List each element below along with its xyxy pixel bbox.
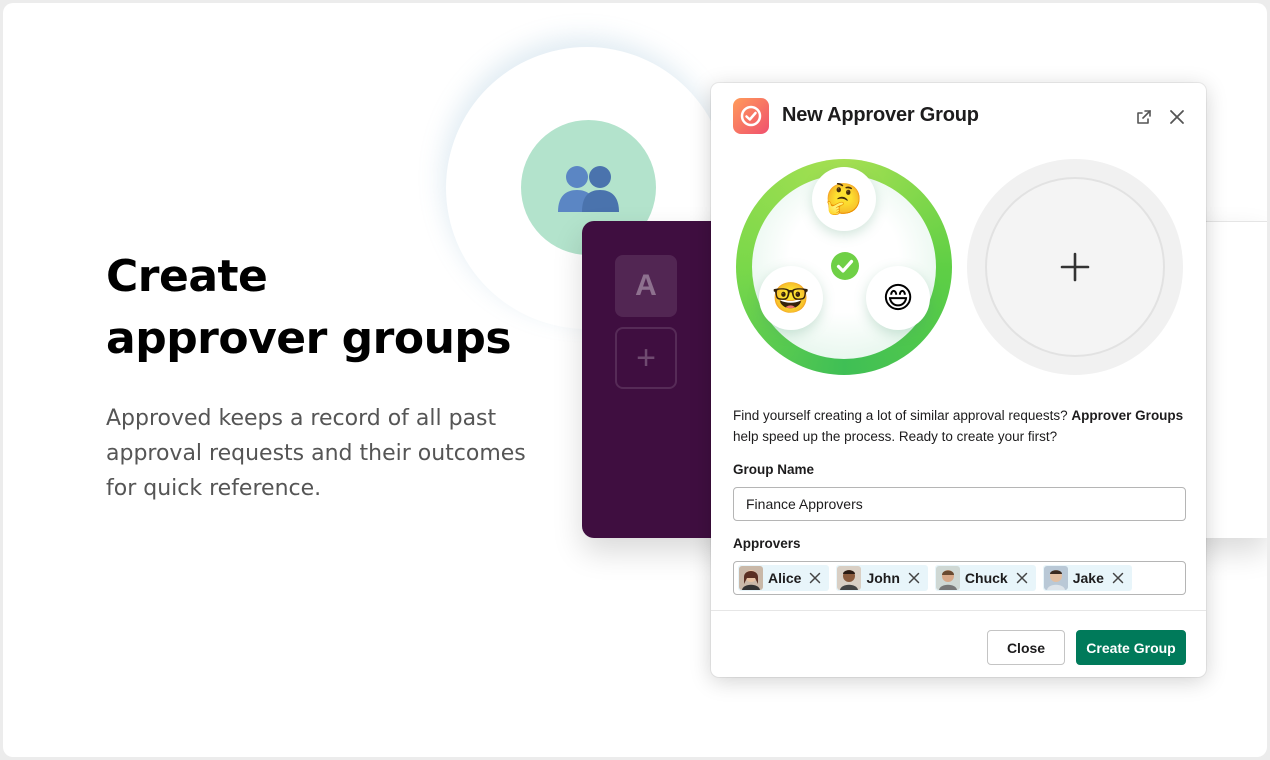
- approver-name: Jake: [1072, 570, 1104, 586]
- hero-title-line2: approver groups: [106, 313, 512, 364]
- remove-approver-button[interactable]: [905, 569, 923, 587]
- avatar: [837, 566, 862, 590]
- hero-description: Approved keeps a record of all past appr…: [106, 406, 526, 501]
- grin-emoji-icon: 😄: [866, 266, 930, 330]
- approver-tag-jake: Jake: [1042, 565, 1132, 591]
- approver-name: Chuck: [964, 570, 1008, 586]
- close-button[interactable]: Close: [987, 630, 1065, 665]
- app-icon: [733, 98, 769, 134]
- group-name-label: Group Name: [733, 462, 815, 477]
- page-frame: Create approver groups Approved keeps a …: [3, 3, 1267, 757]
- intro-bold: Approver Groups: [1071, 408, 1184, 423]
- add-workspace-button[interactable]: +: [615, 327, 677, 389]
- group-name-input[interactable]: [733, 487, 1186, 521]
- background-panel: [1198, 221, 1267, 538]
- avatar: [935, 566, 960, 590]
- remove-icon: [1016, 572, 1027, 584]
- remove-approver-button[interactable]: [1109, 569, 1127, 587]
- modal-title: New Approver Group: [782, 104, 979, 126]
- approver-tag-chuck: Chuck: [934, 565, 1036, 591]
- create-group-button[interactable]: Create Group: [1076, 630, 1186, 665]
- approver-tag-alice: Alice: [738, 565, 830, 591]
- close-icon: [1170, 110, 1184, 124]
- workspace-tile[interactable]: A: [615, 255, 677, 317]
- group-icon: [557, 165, 619, 212]
- remove-icon: [810, 572, 821, 584]
- new-approver-group-modal: New Approver Group 🤔 🤓 😄 Find yourself c…: [711, 83, 1206, 677]
- plus-icon: [1060, 252, 1090, 282]
- nerd-emoji-icon: 🤓: [759, 266, 823, 330]
- remove-approver-button[interactable]: [1013, 569, 1031, 587]
- remove-approver-button[interactable]: [806, 569, 824, 587]
- modal-close-button[interactable]: [1166, 106, 1188, 128]
- footer-divider: [711, 610, 1206, 611]
- checkmark-icon: [831, 252, 859, 280]
- popout-button[interactable]: [1133, 106, 1155, 128]
- approver-name: John: [866, 570, 900, 586]
- intro-prefix: Find yourself creating a lot of similar …: [733, 408, 1072, 423]
- remove-icon: [908, 572, 920, 584]
- thinking-emoji-icon: 🤔: [812, 167, 876, 231]
- approver-name: Alice: [768, 570, 802, 586]
- popout-icon: [1137, 110, 1151, 124]
- avatar: [1043, 566, 1068, 590]
- approver-tag-john: John: [836, 565, 928, 591]
- avatar: [739, 566, 763, 590]
- app-check-icon: [740, 105, 762, 127]
- approvers-input[interactable]: Alice John Chuck Jake: [733, 561, 1186, 595]
- remove-icon: [1112, 572, 1124, 584]
- add-group-button[interactable]: [985, 177, 1165, 357]
- intro-suffix: help speed up the process. Ready to crea…: [733, 429, 1058, 444]
- intro-text: Find yourself creating a lot of similar …: [733, 405, 1188, 447]
- approvers-label: Approvers: [733, 536, 801, 551]
